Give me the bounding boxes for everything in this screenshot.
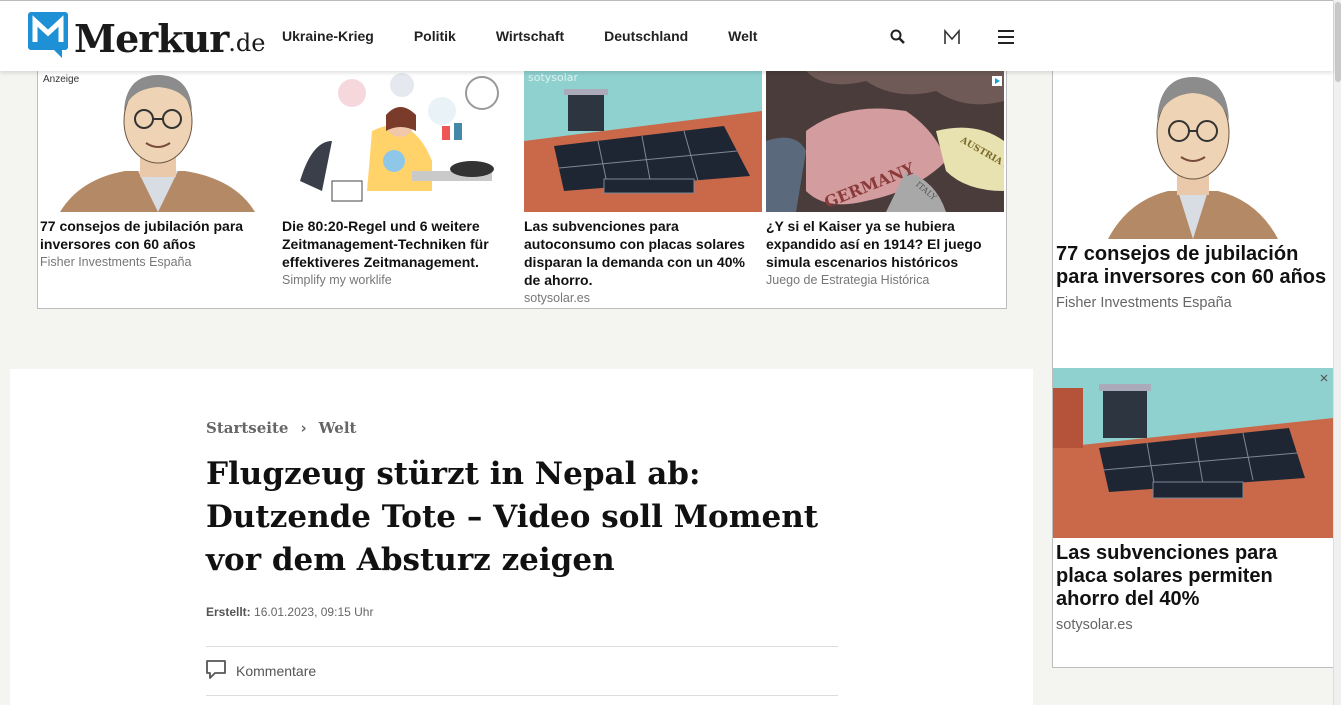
sidebar-ads: 77 consejos de jubilación para inversore… (1052, 71, 1334, 668)
article-meta: Erstellt: 16.01.2023, 09:15 Uhr (206, 605, 373, 619)
sidebar-ad-source[interactable]: sotysolar.es (1053, 617, 1333, 633)
page-scrollbar[interactable] (1333, 0, 1341, 705)
main-nav: Ukraine-Krieg Politik Wirtschaft Deutsch… (282, 28, 797, 44)
breadcrumb-separator-icon: › (300, 419, 307, 437)
hamburger-menu-icon[interactable] (994, 25, 1018, 49)
nav-item-wirtschaft[interactable]: Wirtschaft (496, 28, 564, 44)
breadcrumb: Startseite › Welt (206, 419, 356, 437)
nav-item-welt[interactable]: Welt (728, 28, 757, 44)
meta-date: 16.01.2023, 09:15 Uhr (254, 605, 374, 619)
nav-item-ukraine-krieg[interactable]: Ukraine-Krieg (282, 28, 374, 44)
sidebar-ad-image-solar-roof (1053, 368, 1333, 538)
ad-image-busy-mother-illustration (282, 71, 520, 212)
ad-image-man-portrait (40, 71, 278, 212)
search-icon[interactable] (886, 25, 910, 49)
ad-strip: Anzeige 77 consejos de jubilación para i… (37, 71, 1007, 309)
merkur-m-icon[interactable] (940, 25, 964, 49)
ad-title[interactable]: 77 consejos de jubilación para inversore… (40, 217, 278, 253)
ad-card-retirement[interactable]: 77 consejos de jubilación para inversore… (40, 71, 278, 269)
adchoices-icon[interactable] (992, 73, 1002, 86)
breadcrumb-welt[interactable]: Welt (319, 419, 357, 437)
merkur-logo[interactable]: Merkur .de (28, 12, 265, 58)
ad-source[interactable]: Juego de Estrategia Histórica (766, 273, 1004, 287)
comments-bar: Kommentare (206, 646, 838, 696)
ad-image-europe-map: GERMANY AUSTRIA HUNGARY ITALY (766, 71, 1004, 212)
ad-title[interactable]: Die 80:20-Regel und 6 weitere Zeitmanage… (282, 217, 520, 271)
ad-source[interactable]: Simplify my worklife (282, 273, 520, 287)
sidebar-ad-title[interactable]: Las subvenciones para placa solares perm… (1053, 542, 1333, 611)
sidebar-ad-retirement[interactable]: 77 consejos de jubilación para inversore… (1053, 71, 1333, 311)
sidebar-ad-image-man-portrait (1053, 71, 1333, 239)
sidebar-ad-source[interactable]: Fisher Investments España (1053, 295, 1333, 311)
adchoices-icon[interactable] (1319, 370, 1329, 388)
article: Startseite › Welt Flugzeug stürzt in Nep… (10, 369, 1033, 705)
logo-tld: .de (228, 29, 266, 57)
ad-label: Anzeige (43, 74, 80, 85)
ad-card-strategy-game[interactable]: GERMANY AUSTRIA HUNGARY ITALY ¿Y si el K… (766, 71, 1004, 287)
ad-title[interactable]: Las subvenciones para autoconsumo con pl… (524, 217, 762, 289)
nav-item-politik[interactable]: Politik (414, 28, 456, 44)
ad-title[interactable]: ¿Y si el Kaiser ya se hubiera expandido … (766, 217, 1004, 271)
nav-item-deutschland[interactable]: Deutschland (604, 28, 688, 44)
ad-card-time-management[interactable]: Die 80:20-Regel und 6 weitere Zeitmanage… (282, 71, 520, 287)
sidebar-ad-solar[interactable]: Las subvenciones para placa solares perm… (1053, 368, 1333, 633)
article-headline: Flugzeug stürzt in Nepal ab: Dutzende To… (206, 456, 819, 578)
ad-card-solar-panels[interactable]: sotysolar Las subvenciones para autocons… (524, 71, 762, 305)
comment-icon[interactable] (206, 659, 226, 684)
ad-source[interactable]: Fisher Investments España (40, 255, 278, 269)
scrollbar-thumb[interactable] (1335, 2, 1341, 82)
meta-label: Erstellt: (206, 605, 251, 619)
site-header: Merkur .de Ukraine-Krieg Politik Wirtscha… (0, 0, 1333, 71)
ad-image-watermark: sotysolar (528, 71, 579, 84)
merkur-m-logo-icon (28, 12, 68, 58)
breadcrumb-home[interactable]: Startseite (206, 419, 288, 437)
logo-wordmark: Merkur (74, 16, 229, 61)
sidebar-ad-title[interactable]: 77 consejos de jubilación para inversore… (1053, 243, 1333, 289)
ad-source[interactable]: sotysolar.es (524, 291, 762, 305)
comments-link[interactable]: Kommentare (236, 663, 316, 679)
ad-image-solar-roof: sotysolar (524, 71, 762, 212)
